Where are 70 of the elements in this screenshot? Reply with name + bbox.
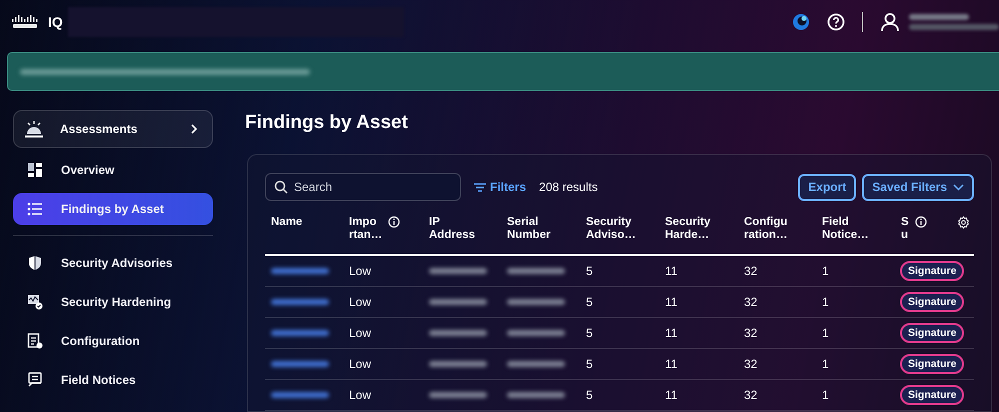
search-icon (274, 180, 288, 194)
table-cell-text: 32 (743, 325, 758, 342)
chart-check-icon (27, 294, 43, 310)
alarm-bell-icon (24, 119, 44, 139)
results-count: 208 results (539, 180, 598, 194)
column-header[interactable]: S u (901, 216, 909, 242)
signature-tag: Signature (900, 354, 964, 374)
signature-tag: Signature (900, 385, 964, 405)
table-cell-text: 5 (585, 387, 594, 404)
list-icon (27, 201, 43, 217)
table-cell-text: 11 (664, 294, 678, 311)
column-header[interactable]: Impo rtan… (349, 216, 382, 242)
table-cell-text: Low (348, 387, 372, 404)
info-icon[interactable] (388, 216, 400, 228)
help-icon[interactable] (827, 13, 845, 31)
signature-tag: Signature (900, 261, 964, 281)
table-cell-text: 5 (585, 325, 594, 342)
sidebar-item[interactable]: Overview (13, 154, 213, 186)
assistant-icon[interactable] (792, 13, 810, 31)
table-cell-text: 1 (821, 387, 830, 404)
settings-icon[interactable] (957, 216, 970, 229)
product-name: IQ (48, 14, 63, 30)
table-cell-text: 5 (585, 356, 594, 373)
table-cell-text: 32 (743, 356, 758, 373)
chevron-icon (190, 124, 198, 134)
export-button[interactable]: Export (798, 174, 856, 200)
column-header[interactable]: Field Notice… (822, 216, 869, 242)
table-cell-text: 1 (821, 325, 830, 342)
table-cell-text: 11 (664, 387, 678, 404)
table-cell-text: 1 (821, 356, 830, 373)
column-header[interactable]: Serial Number (507, 216, 550, 242)
cisco-logo-icon (11, 15, 39, 29)
table-cell-text: 5 (585, 263, 594, 280)
column-header[interactable]: Security Harde… (665, 216, 710, 242)
table-cell-text: 5 (585, 294, 594, 311)
table-cell-text: Low (348, 263, 372, 280)
sidebar-item[interactable]: Security Hardening (13, 286, 213, 318)
signature-tag: Signature (900, 323, 964, 343)
saved-filters-button[interactable]: Saved Filters (862, 174, 974, 200)
table-cell-text: 1 (821, 263, 830, 280)
info-icon[interactable] (914, 216, 927, 228)
table-cell-text: 11 (664, 263, 678, 280)
document-gear-icon (27, 333, 43, 349)
dashboard-icon (27, 162, 43, 178)
user-icon[interactable] (880, 12, 900, 32)
filters-button[interactable]: Filters (474, 180, 526, 194)
table-cell-text: Low (348, 294, 372, 311)
table-cell-text: 32 (743, 263, 758, 280)
search-field[interactable]: Search (265, 173, 461, 201)
table-cell-text: 11 (664, 325, 678, 342)
table-cell-text: Low (348, 325, 372, 342)
signature-tag: Signature (900, 292, 964, 312)
column-header[interactable]: Security Adviso… (586, 216, 636, 242)
section-header[interactable]: Assessments (13, 110, 213, 148)
sidebar-item[interactable]: Findings by Asset (13, 193, 213, 225)
page-title: Findings by Asset (245, 112, 409, 135)
table-cell-text: 32 (743, 387, 758, 404)
filter-icon (474, 182, 486, 192)
caret-icon (953, 184, 964, 190)
sidebar-item[interactable]: Field Notices (13, 364, 213, 396)
table-cell-text: 1 (821, 294, 830, 311)
sidebar-item[interactable]: Configuration (13, 325, 213, 357)
table-cell-text: 32 (743, 294, 758, 311)
sidebar-item[interactable]: Security Advisories (13, 247, 213, 279)
column-header[interactable]: Name (271, 216, 302, 229)
table-cell-text: Low (348, 356, 372, 373)
shield-icon (27, 255, 43, 271)
column-header[interactable]: Configu ration… (744, 216, 788, 242)
table-cell-text: 11 (664, 356, 678, 373)
column-header[interactable]: IP Address (429, 216, 476, 242)
